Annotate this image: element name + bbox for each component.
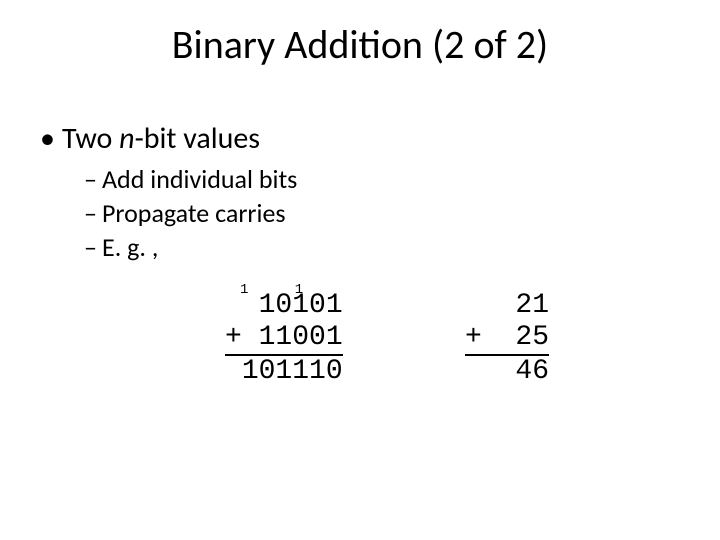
- bullet-sub-text: Propagate carries: [102, 197, 286, 229]
- table-row: 21: [465, 290, 549, 322]
- table-row: 101110: [225, 355, 343, 388]
- operand-b-binary: 11001: [242, 322, 343, 355]
- slide-body: •Two n-bit values –Add individual bits –…: [40, 120, 680, 265]
- binary-table: 10101 + 11001 101110: [225, 290, 343, 389]
- decimal-table: 21 + 25 46: [465, 290, 549, 389]
- bullet-level2: –Propagate carries: [84, 197, 680, 229]
- operator-cell: [225, 290, 242, 322]
- operand-b-decimal: 25: [499, 322, 549, 355]
- plus-operator: +: [465, 322, 499, 355]
- binary-addition-block: 10101 + 11001 101110: [225, 290, 343, 389]
- sum-binary: 101110: [242, 355, 343, 388]
- dash-icon: –: [84, 197, 102, 229]
- operand-a-decimal: 21: [499, 290, 549, 322]
- decimal-addition-block: 21 + 25 46: [465, 290, 549, 389]
- plus-operator: +: [225, 322, 242, 355]
- operand-a-binary: 10101: [242, 290, 343, 322]
- dash-icon: –: [84, 231, 102, 263]
- bullet-level1: •Two n-bit values: [40, 120, 680, 157]
- table-row: 10101: [225, 290, 343, 322]
- operator-cell: [225, 355, 242, 388]
- table-row: 46: [465, 355, 549, 388]
- sum-decimal: 46: [499, 355, 549, 388]
- bullet-text-post: -bit values: [135, 120, 260, 157]
- table-row: + 11001: [225, 322, 343, 355]
- bullet-level2: –E. g. ,: [84, 231, 680, 263]
- bullet-sub-text: E. g. ,: [102, 231, 158, 263]
- table-row: + 25: [465, 322, 549, 355]
- bullet-dot-icon: •: [40, 120, 62, 157]
- dash-icon: –: [84, 163, 102, 195]
- bullet-level2: –Add individual bits: [84, 163, 680, 195]
- operator-cell: [465, 355, 499, 388]
- operator-cell: [465, 290, 499, 322]
- slide-title: Binary Addition (2 of 2): [0, 20, 720, 69]
- bullet-sub-text: Add individual bits: [102, 163, 297, 195]
- bullet-text-pre: Two: [62, 120, 119, 157]
- bullet-text-italic: n: [119, 120, 134, 157]
